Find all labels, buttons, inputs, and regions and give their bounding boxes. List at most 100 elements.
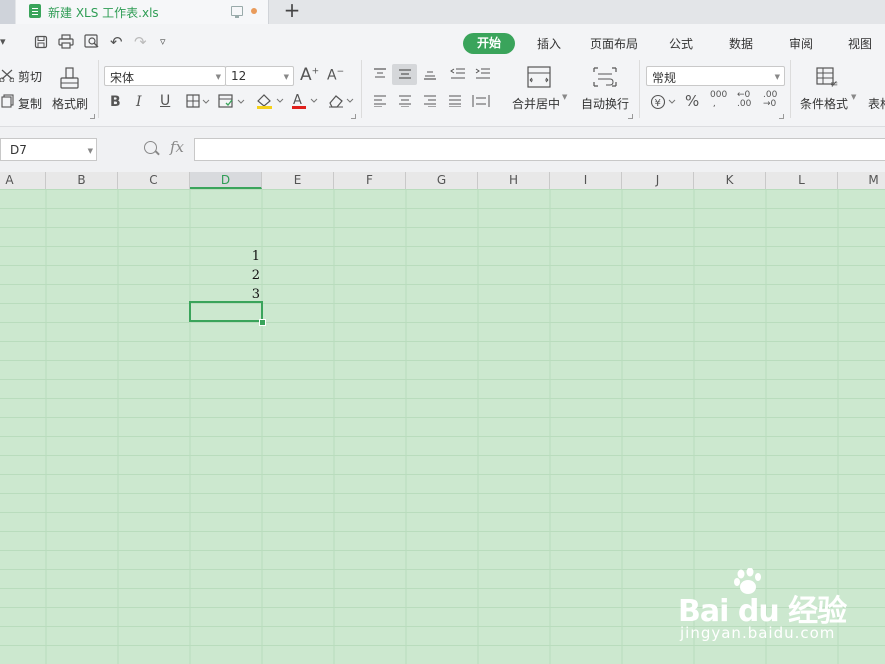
italic-icon[interactable]: I bbox=[136, 94, 142, 110]
cell-d5[interactable]: 2 bbox=[200, 268, 260, 283]
cut-button[interactable]: 剪切 bbox=[18, 68, 42, 85]
fill-color-icon[interactable] bbox=[255, 92, 285, 110]
file-tab[interactable]: 新建 XLS 工作表.xls bbox=[16, 0, 269, 24]
copy-icon[interactable] bbox=[1, 94, 15, 108]
column-header-d[interactable]: D bbox=[190, 172, 262, 189]
svg-text:≠: ≠ bbox=[830, 79, 838, 88]
column-header-i[interactable]: I bbox=[550, 172, 622, 189]
tab-review[interactable]: 审阅 bbox=[789, 35, 813, 52]
undo-icon[interactable]: ↶ bbox=[110, 33, 123, 51]
fill-handle[interactable] bbox=[259, 319, 266, 326]
print-icon[interactable] bbox=[58, 34, 74, 49]
currency-icon[interactable]: ¥ bbox=[650, 94, 678, 110]
monitor-icon[interactable] bbox=[231, 6, 243, 18]
tab-page-layout[interactable]: 页面布局 bbox=[590, 35, 638, 52]
tab-view[interactable]: 视图 bbox=[848, 35, 872, 52]
ribbon: ▾ ↶ ↷ ▿ 开始 插入 页面布局 公式 数据 审阅 视图 剪切 复制 格式刷 bbox=[0, 24, 885, 127]
svg-text:¥: ¥ bbox=[655, 98, 661, 109]
file-menu-chevron-icon[interactable]: ▾ bbox=[0, 35, 6, 48]
increase-decimal-icon[interactable]: ←0.00 bbox=[737, 91, 751, 109]
merge-center-button[interactable]: 合并居中 bbox=[512, 95, 560, 112]
active-cell-d7[interactable] bbox=[189, 301, 263, 322]
watermark-url: jingyan.baidu.com bbox=[680, 624, 836, 642]
merge-center-icon[interactable] bbox=[527, 66, 551, 88]
cell-d4[interactable]: 1 bbox=[200, 249, 260, 264]
format-painter-icon[interactable] bbox=[58, 66, 82, 92]
save-icon[interactable] bbox=[34, 35, 48, 49]
borders-icon[interactable] bbox=[186, 94, 210, 108]
clear-format-icon[interactable] bbox=[327, 92, 355, 110]
zoom-icon[interactable] bbox=[144, 141, 157, 154]
table-style-button[interactable]: 表格 bbox=[868, 95, 885, 112]
align-center-icon[interactable] bbox=[398, 95, 412, 107]
function-icon[interactable]: fx bbox=[170, 138, 184, 156]
ribbon-separator bbox=[639, 60, 640, 118]
font-name-value: 宋体 bbox=[110, 71, 135, 85]
justify-icon[interactable] bbox=[448, 95, 462, 107]
align-bottom-icon[interactable] bbox=[423, 68, 437, 80]
decrease-indent-icon[interactable] bbox=[450, 67, 466, 80]
copy-button[interactable]: 复制 bbox=[18, 95, 42, 112]
distributed-align-icon[interactable] bbox=[472, 94, 490, 108]
increase-indent-icon[interactable] bbox=[475, 67, 491, 80]
font-size-select[interactable]: 12 ▼ bbox=[225, 66, 294, 86]
decrease-font-size-icon[interactable]: A− bbox=[327, 67, 344, 84]
column-header-e[interactable]: E bbox=[262, 172, 334, 189]
underline-icon[interactable]: U bbox=[160, 93, 170, 109]
wrap-text-button[interactable]: 自动换行 bbox=[581, 95, 629, 112]
column-header-h[interactable]: H bbox=[478, 172, 550, 189]
previous-tab-stub[interactable] bbox=[0, 0, 15, 24]
increase-font-size-icon[interactable]: A+ bbox=[300, 65, 319, 85]
tab-insert[interactable]: 插入 bbox=[537, 35, 561, 52]
print-preview-icon[interactable] bbox=[84, 34, 100, 49]
redo-icon[interactable]: ↷ bbox=[134, 33, 147, 51]
font-name-select[interactable]: 宋体 ▼ bbox=[104, 66, 226, 86]
ribbon-separator bbox=[361, 60, 362, 118]
cell-d6[interactable]: 3 bbox=[200, 287, 260, 302]
tab-data[interactable]: 数据 bbox=[729, 35, 753, 52]
tab-formulas[interactable]: 公式 bbox=[669, 35, 693, 52]
name-box-value: D7 bbox=[10, 143, 27, 157]
clipboard-dialog-launcher[interactable] bbox=[90, 114, 95, 119]
font-color-icon[interactable]: A bbox=[290, 92, 320, 110]
number-dialog-launcher[interactable] bbox=[779, 114, 784, 119]
format-painter-button[interactable]: 格式刷 bbox=[52, 95, 88, 112]
bold-icon[interactable]: B bbox=[110, 94, 121, 110]
conditional-format-button[interactable]: 条件格式 bbox=[800, 95, 848, 112]
wrap-text-icon[interactable] bbox=[592, 66, 618, 88]
column-header-b[interactable]: B bbox=[46, 172, 118, 189]
tab-home[interactable]: 开始 bbox=[463, 33, 515, 54]
font-dialog-launcher[interactable] bbox=[351, 114, 356, 119]
customize-toolbar-icon[interactable]: ▿ bbox=[160, 35, 166, 48]
column-header-f[interactable]: F bbox=[334, 172, 406, 189]
formula-bar: D7 ▼ fx bbox=[0, 127, 885, 172]
percent-icon[interactable]: % bbox=[685, 92, 699, 110]
number-format-select[interactable]: 常规 ▼ bbox=[646, 66, 785, 86]
align-left-icon[interactable] bbox=[373, 95, 387, 107]
number-format-value: 常规 bbox=[652, 71, 677, 85]
align-top-icon[interactable] bbox=[373, 68, 387, 80]
column-header-l[interactable]: L bbox=[766, 172, 838, 189]
baidu-jingyan-watermark: Bai du 经验 jingyan.baidu.com bbox=[678, 568, 878, 648]
column-header-g[interactable]: G bbox=[406, 172, 478, 189]
column-header-a[interactable]: A bbox=[0, 172, 46, 189]
file-tab-title: 新建 XLS 工作表.xls bbox=[48, 6, 159, 20]
name-box[interactable]: D7 ▼ bbox=[0, 138, 97, 161]
formula-input[interactable] bbox=[194, 138, 885, 161]
column-header-m[interactable]: M bbox=[838, 172, 885, 189]
new-tab-button[interactable]: + bbox=[282, 0, 302, 22]
align-right-icon[interactable] bbox=[423, 95, 437, 107]
cell-style-icon[interactable] bbox=[218, 94, 246, 108]
chevron-down-icon: ▼ bbox=[774, 73, 780, 81]
chevron-down-icon[interactable]: ▼ bbox=[851, 93, 856, 101]
conditional-format-icon[interactable]: ≠ bbox=[816, 66, 842, 88]
column-header-k[interactable]: K bbox=[694, 172, 766, 189]
cut-icon[interactable] bbox=[0, 68, 14, 82]
chevron-down-icon[interactable]: ▼ bbox=[562, 93, 567, 101]
decrease-decimal-icon[interactable]: .00 →0 bbox=[763, 91, 777, 109]
alignment-dialog-launcher[interactable] bbox=[628, 114, 633, 119]
thousands-separator-icon[interactable]: 000 , bbox=[710, 91, 727, 109]
align-middle-icon[interactable] bbox=[398, 68, 412, 80]
column-header-j[interactable]: J bbox=[622, 172, 694, 189]
column-header-c[interactable]: C bbox=[118, 172, 190, 189]
